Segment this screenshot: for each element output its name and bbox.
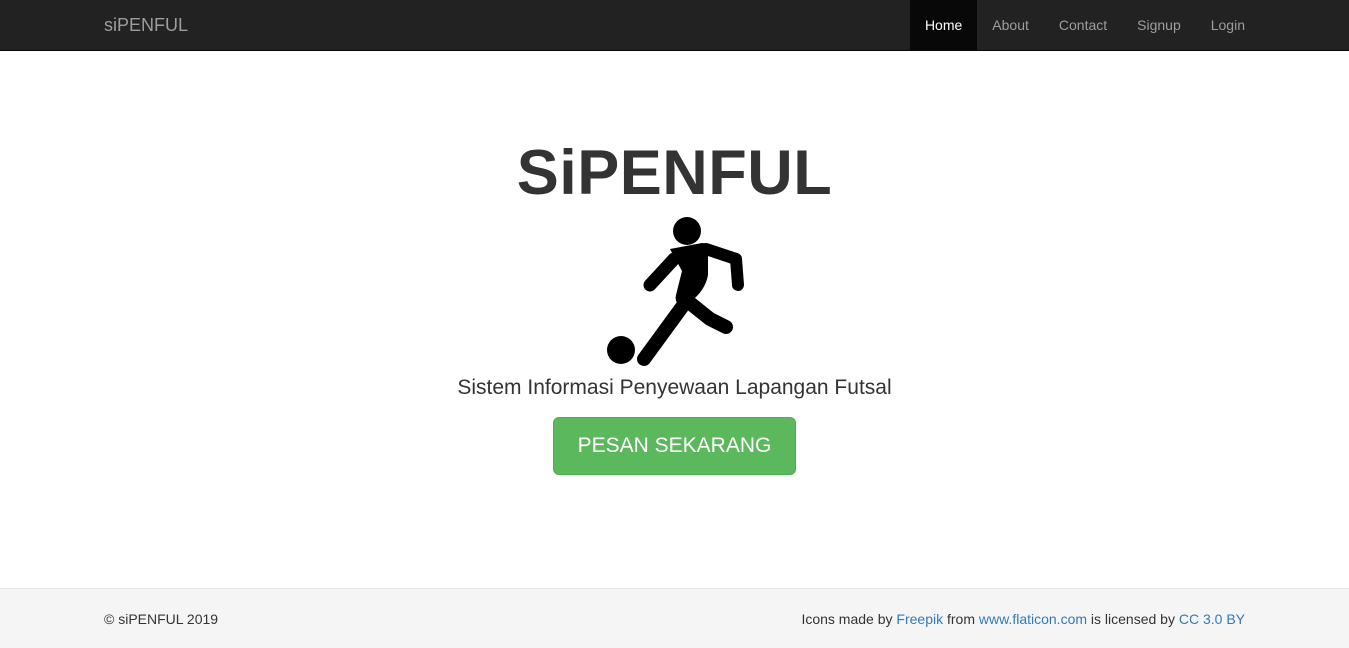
copyright-text: © siPENFUL 2019 (104, 611, 219, 627)
football-player-icon (607, 217, 744, 366)
nav-item-contact[interactable]: Contact (1044, 0, 1122, 50)
credit-from: from (946, 611, 975, 627)
freepik-link[interactable]: Freepik (896, 611, 943, 627)
credit-licensed: is licensed by (1090, 611, 1175, 627)
hero-title: SiPENFUL (516, 138, 833, 208)
credit-prefix: Icons made by (801, 611, 893, 627)
license-link[interactable]: CC 3.0 BY (1179, 611, 1245, 627)
brand-link[interactable]: siPENFUL (104, 0, 188, 50)
nav-item-about[interactable]: About (977, 0, 1044, 50)
navbar: siPENFUL Home About Contact Signup Login (0, 0, 1349, 51)
hero-subtitle: Sistem Informasi Penyewaan Lapangan Futs… (457, 376, 892, 399)
nav-item-signup[interactable]: Signup (1122, 0, 1196, 50)
footer: © siPENFUL 2019 Icons made by Freepik fr… (0, 588, 1349, 648)
nav-menu: Home About Contact Signup Login (909, 0, 1260, 50)
book-now-button[interactable]: PESAN SEKARANG (553, 417, 796, 475)
flaticon-link[interactable]: www.flaticon.com (979, 611, 1087, 627)
icon-credits: Icons made by Freepik from www.flaticon.… (801, 589, 1245, 648)
nav-item-home[interactable]: Home (909, 0, 978, 50)
nav-item-login[interactable]: Login (1196, 0, 1260, 50)
hero-section: SiPENFUL Sistem Informasi Penyewaan Lapa… (0, 51, 1349, 588)
